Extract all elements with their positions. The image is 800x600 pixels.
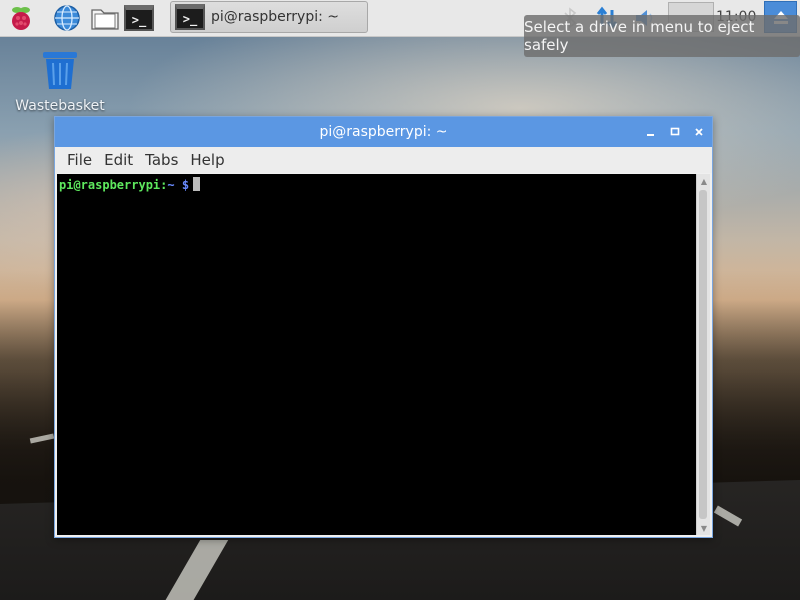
trash-icon (43, 52, 77, 89)
desktop-icon-label: Wastebasket (15, 98, 105, 114)
menu-tabs[interactable]: Tabs (139, 151, 184, 169)
maximize-button[interactable] (668, 125, 682, 139)
eject-tooltip: Select a drive in menu to eject safely (524, 15, 800, 57)
scroll-down-arrow[interactable]: ▼ (697, 521, 711, 535)
road-marking (29, 433, 55, 444)
menu-help[interactable]: Help (184, 151, 230, 169)
desktop: >_ >_ pi@raspberrypi: ~ 11:00 (0, 0, 800, 600)
terminal-window[interactable]: pi@raspberrypi: ~ File Edit Tabs Help pi… (54, 116, 713, 538)
file-manager-launcher[interactable] (88, 1, 122, 35)
browser-launcher[interactable] (50, 1, 84, 35)
terminal-scrollbar[interactable]: ▲ ▼ (696, 174, 710, 535)
prompt-user-host: pi@raspberrypi (59, 178, 161, 192)
prompt-symbol: $ (181, 178, 190, 192)
minimize-button[interactable] (644, 125, 658, 139)
menu-file[interactable]: File (61, 151, 98, 169)
file-manager-icon (91, 9, 119, 30)
prompt-path: ~ (167, 178, 175, 192)
terminal-icon: >_ (124, 5, 154, 31)
globe-browser-icon (54, 5, 80, 31)
menu-bar: File Edit Tabs Help (55, 147, 712, 173)
terminal-icon: >_ (175, 4, 205, 30)
close-button[interactable] (692, 125, 706, 139)
task-label: pi@raspberrypi: ~ (211, 9, 340, 25)
terminal-launcher[interactable]: >_ (122, 1, 156, 35)
window-titlebar[interactable]: pi@raspberrypi: ~ (55, 117, 712, 147)
scroll-thumb[interactable] (699, 190, 707, 519)
taskbar-task-terminal[interactable]: >_ pi@raspberrypi: ~ (170, 1, 368, 33)
menu-edit[interactable]: Edit (98, 151, 139, 169)
raspberry-menu-button[interactable] (4, 1, 38, 35)
window-controls (644, 117, 706, 147)
maximize-icon (670, 127, 680, 136)
close-icon (695, 128, 703, 136)
raspberry-menu-icon (12, 7, 30, 30)
terminal-output[interactable]: pi@raspberrypi:~ $ (57, 174, 698, 535)
window-title: pi@raspberrypi: ~ (319, 124, 448, 140)
scroll-up-arrow[interactable]: ▲ (697, 174, 711, 188)
text-cursor (193, 177, 201, 191)
desktop-icon-wastebasket[interactable]: Wastebasket (12, 48, 108, 114)
minimize-icon (647, 134, 654, 136)
